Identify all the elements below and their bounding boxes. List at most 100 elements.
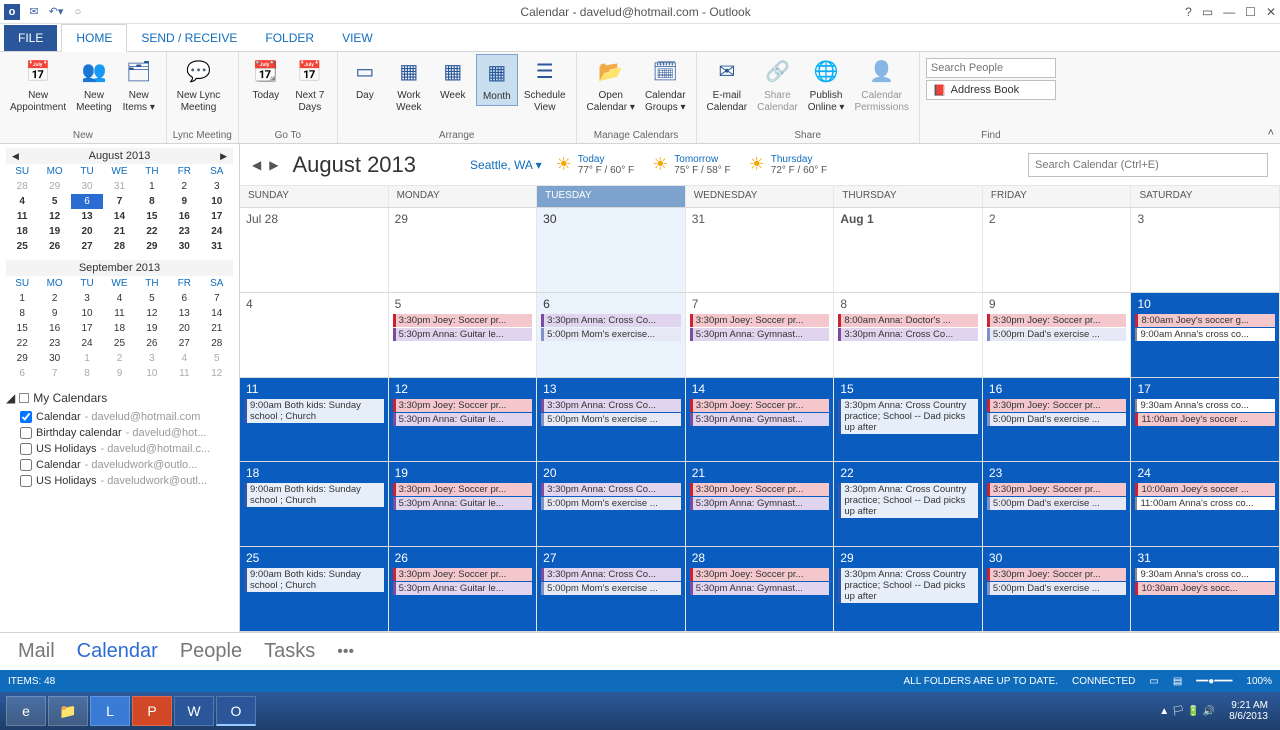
day-cell[interactable]: 203:30pm Anna: Cross Co...5:00pm Mom's e… <box>537 462 686 546</box>
minical-day[interactable]: 3 <box>136 351 168 366</box>
minical-day[interactable]: 12 <box>38 209 70 224</box>
minical-day[interactable]: 1 <box>6 291 38 306</box>
day-cell[interactable]: 213:30pm Joey: Soccer pr...5:30pm Anna: … <box>686 462 835 546</box>
calendar-checkbox[interactable] <box>20 411 32 423</box>
minical-day[interactable]: 6 <box>71 194 103 209</box>
minical-day[interactable]: 15 <box>136 209 168 224</box>
minical-day[interactable]: 8 <box>71 366 103 381</box>
location-picker[interactable]: Seattle, WA ▾ <box>470 158 542 172</box>
calendar-permissions-button[interactable]: 👤Calendar Permissions <box>850 54 912 116</box>
taskbar-clock[interactable]: 9:21 AM8/6/2013 <box>1223 700 1274 722</box>
minical-day[interactable]: 5 <box>38 194 70 209</box>
nav-tasks[interactable]: Tasks <box>264 640 315 663</box>
today-button[interactable]: 📆Today <box>245 54 287 104</box>
day-cell[interactable]: 143:30pm Joey: Soccer pr...5:30pm Anna: … <box>686 378 835 462</box>
minical-day[interactable]: 30 <box>38 351 70 366</box>
day-cell[interactable]: 93:30pm Joey: Soccer pr...5:00pm Dad's e… <box>983 293 1132 377</box>
day-cell[interactable]: 2410:00am Joey's soccer ...11:00am Anna'… <box>1131 462 1280 546</box>
calendar-event[interactable]: 9:00am Anna's cross co... <box>1135 328 1275 341</box>
day-cell[interactable]: 293:30pm Anna: Cross Country practice; S… <box>834 547 983 631</box>
calendar-event[interactable]: 5:00pm Mom's exercise ... <box>541 497 681 510</box>
calendar-event[interactable]: 5:00pm Mom's exercise ... <box>541 582 681 595</box>
tab-home[interactable]: HOME <box>61 24 127 52</box>
minical-day[interactable]: 12 <box>136 306 168 321</box>
calendar-list-item[interactable]: US Holidays - davelud@hotmail.c... <box>6 441 233 457</box>
calendar-event[interactable]: 9:00am Both kids: Sunday school ; Church <box>244 399 384 423</box>
calendar-checkbox[interactable] <box>20 459 32 471</box>
calendar-event[interactable]: 5:30pm Anna: Guitar le... <box>393 497 533 510</box>
minical-day[interactable]: 25 <box>103 336 135 351</box>
ribbon-toggle-icon[interactable]: ▭ <box>1202 5 1213 19</box>
calendar-event[interactable]: 3:30pm Joey: Soccer pr... <box>987 399 1127 412</box>
taskbar-explorer-icon[interactable]: 📁 <box>48 696 88 726</box>
minical-day[interactable]: 29 <box>136 239 168 254</box>
minical-day[interactable]: 26 <box>38 239 70 254</box>
day-cell[interactable]: 163:30pm Joey: Soccer pr...5:00pm Dad's … <box>983 378 1132 462</box>
minical-day[interactable]: 2 <box>38 291 70 306</box>
minical-day[interactable]: 28 <box>103 239 135 254</box>
day-cell[interactable]: 119:00am Both kids: Sunday school ; Chur… <box>240 378 389 462</box>
tab-view[interactable]: VIEW <box>328 25 387 51</box>
minical-day[interactable]: 27 <box>71 239 103 254</box>
calendar-event[interactable]: 3:30pm Anna: Cross Co... <box>541 399 681 412</box>
new-items-button[interactable]: 🗂New Items ▾ <box>118 54 160 116</box>
day-cell[interactable]: Jul 28 <box>240 208 389 292</box>
calendar-event[interactable]: 8:00am Anna: Doctor's ... <box>838 314 978 327</box>
minical-day[interactable]: 10 <box>201 194 233 209</box>
calendar-event[interactable]: 3:30pm Anna: Cross Co... <box>541 568 681 581</box>
minical-day[interactable]: 28 <box>201 336 233 351</box>
day-cell[interactable]: 4 <box>240 293 389 377</box>
minical-day[interactable]: 29 <box>6 351 38 366</box>
calendar-event[interactable]: 3:30pm Joey: Soccer pr... <box>393 399 533 412</box>
minical-day[interactable]: 10 <box>136 366 168 381</box>
calendar-event[interactable]: 3:30pm Joey: Soccer pr... <box>393 483 533 496</box>
minical-day[interactable]: 5 <box>201 351 233 366</box>
minical-day[interactable]: 24 <box>201 224 233 239</box>
minical-day[interactable]: 22 <box>6 336 38 351</box>
minical-day[interactable]: 25 <box>6 239 38 254</box>
calendar-event[interactable]: 5:00pm Dad's exercise ... <box>987 582 1127 595</box>
qat-undo-icon[interactable]: ↶▾ <box>48 4 64 20</box>
minical-day[interactable]: 7 <box>103 194 135 209</box>
calendar-list-item[interactable]: Calendar - daveludwork@outlo... <box>6 457 233 473</box>
minical-day[interactable]: 11 <box>103 306 135 321</box>
day-cell[interactable]: 153:30pm Anna: Cross Country practice; S… <box>834 378 983 462</box>
calendar-event[interactable]: 3:30pm Anna: Cross Co... <box>541 483 681 496</box>
minical-day[interactable]: 8 <box>136 194 168 209</box>
next-month-icon[interactable]: ▶ <box>269 158 278 172</box>
minical-day[interactable]: 10 <box>71 306 103 321</box>
day-view-button[interactable]: ▭Day <box>344 54 386 104</box>
minical-august[interactable]: SUMOTUWETHFRSA28293031123456789101112131… <box>6 164 233 254</box>
minical-day[interactable]: 14 <box>201 306 233 321</box>
calendar-event[interactable]: 3:30pm Joey: Soccer pr... <box>987 314 1127 327</box>
minical-day[interactable]: 27 <box>168 336 200 351</box>
minical-day[interactable]: 17 <box>201 209 233 224</box>
minical-day[interactable]: 22 <box>136 224 168 239</box>
minical-day[interactable]: 6 <box>168 291 200 306</box>
minical-day[interactable]: 16 <box>168 209 200 224</box>
day-cell[interactable]: 189:00am Both kids: Sunday school ; Chur… <box>240 462 389 546</box>
calendar-list-item[interactable]: Birthday calendar - davelud@hot... <box>6 425 233 441</box>
minical-day[interactable]: 29 <box>38 179 70 194</box>
calendar-event[interactable]: 9:30am Anna's cross co... <box>1135 399 1275 412</box>
week-view-button[interactable]: ▦Week <box>432 54 474 104</box>
calendar-event[interactable]: 3:30pm Joey: Soccer pr... <box>987 483 1127 496</box>
calendar-event[interactable]: 11:00am Anna's cross co... <box>1135 497 1275 510</box>
minical-day[interactable]: 30 <box>168 239 200 254</box>
day-cell[interactable]: 223:30pm Anna: Cross Country practice; S… <box>834 462 983 546</box>
ribbon-collapse-icon[interactable]: ˄ <box>1268 127 1274 139</box>
minical-day[interactable]: 21 <box>103 224 135 239</box>
calendar-event[interactable]: 5:00pm Mom's exercise ... <box>541 413 681 426</box>
calendar-list-item[interactable]: Calendar - davelud@hotmail.com <box>6 409 233 425</box>
day-cell[interactable]: 133:30pm Anna: Cross Co...5:00pm Mom's e… <box>537 378 686 462</box>
day-cell[interactable]: 31 <box>686 208 835 292</box>
view-reading-icon[interactable]: ▤ <box>1173 676 1182 687</box>
minical-september[interactable]: SUMOTUWETHFRSA12345678910111213141516171… <box>6 276 233 381</box>
next-7-days-button[interactable]: 📅Next 7 Days <box>289 54 331 116</box>
view-normal-icon[interactable]: ▭ <box>1149 676 1158 687</box>
minical-next-icon[interactable]: ▶ <box>216 151 231 162</box>
day-cell[interactable]: 123:30pm Joey: Soccer pr...5:30pm Anna: … <box>389 378 538 462</box>
maximize-icon[interactable]: ☐ <box>1245 5 1256 19</box>
calendar-event[interactable]: 5:30pm Anna: Guitar le... <box>393 328 533 341</box>
calendar-event[interactable]: 5:30pm Anna: Guitar le... <box>393 413 533 426</box>
